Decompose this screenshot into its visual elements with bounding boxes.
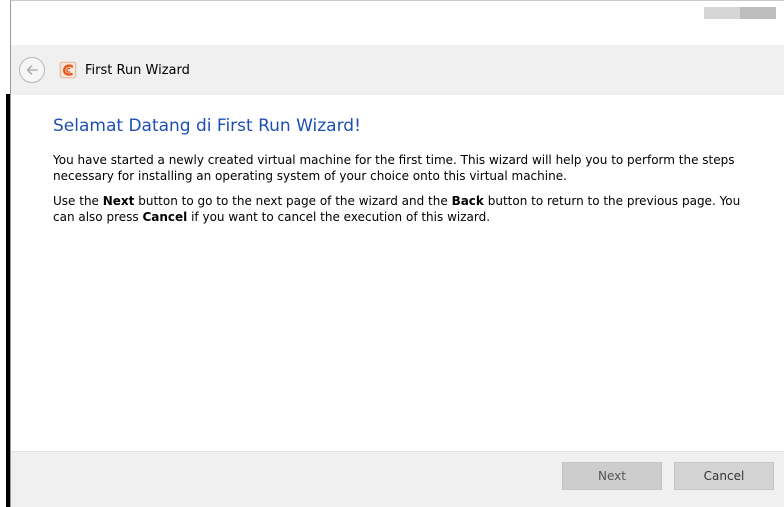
back-arrow-icon: [26, 65, 38, 75]
page-heading: Selamat Datang di First Run Wizard!: [53, 116, 361, 136]
intro-paragraph: You have started a newly created virtual…: [53, 153, 735, 183]
wizard-window: First Run Wizard Selamat Datang di First…: [10, 0, 784, 507]
screen: First Run Wizard Selamat Datang di First…: [0, 0, 784, 507]
wizard-footer: Next Cancel: [11, 451, 784, 507]
cancel-button[interactable]: Cancel: [674, 462, 774, 490]
instructions-bold-cancel: Cancel: [142, 210, 188, 224]
window-title: First Run Wizard: [85, 62, 190, 78]
instructions-text-1: Use the: [53, 194, 103, 208]
back-button[interactable]: [19, 57, 45, 83]
window-controls: [704, 7, 776, 19]
wizard-content: Selamat Datang di First Run Wizard! You …: [11, 95, 784, 451]
maximize-button[interactable]: [740, 7, 776, 19]
minimize-button[interactable]: [704, 7, 740, 19]
wizard-header: First Run Wizard: [11, 45, 784, 95]
instructions-paragraph: Use the Next button to go to the next pa…: [53, 193, 754, 225]
instructions-bold-next: Next: [102, 194, 135, 208]
instructions-text-2: button to go to the next page of the wiz…: [134, 194, 452, 208]
instructions-text-4: if you want to cancel the execution of t…: [187, 210, 491, 224]
virtualbox-logo-icon: [59, 61, 77, 79]
instructions-bold-back: Back: [451, 194, 484, 208]
background-desktop: [0, 0, 10, 507]
next-button[interactable]: Next: [562, 462, 662, 490]
